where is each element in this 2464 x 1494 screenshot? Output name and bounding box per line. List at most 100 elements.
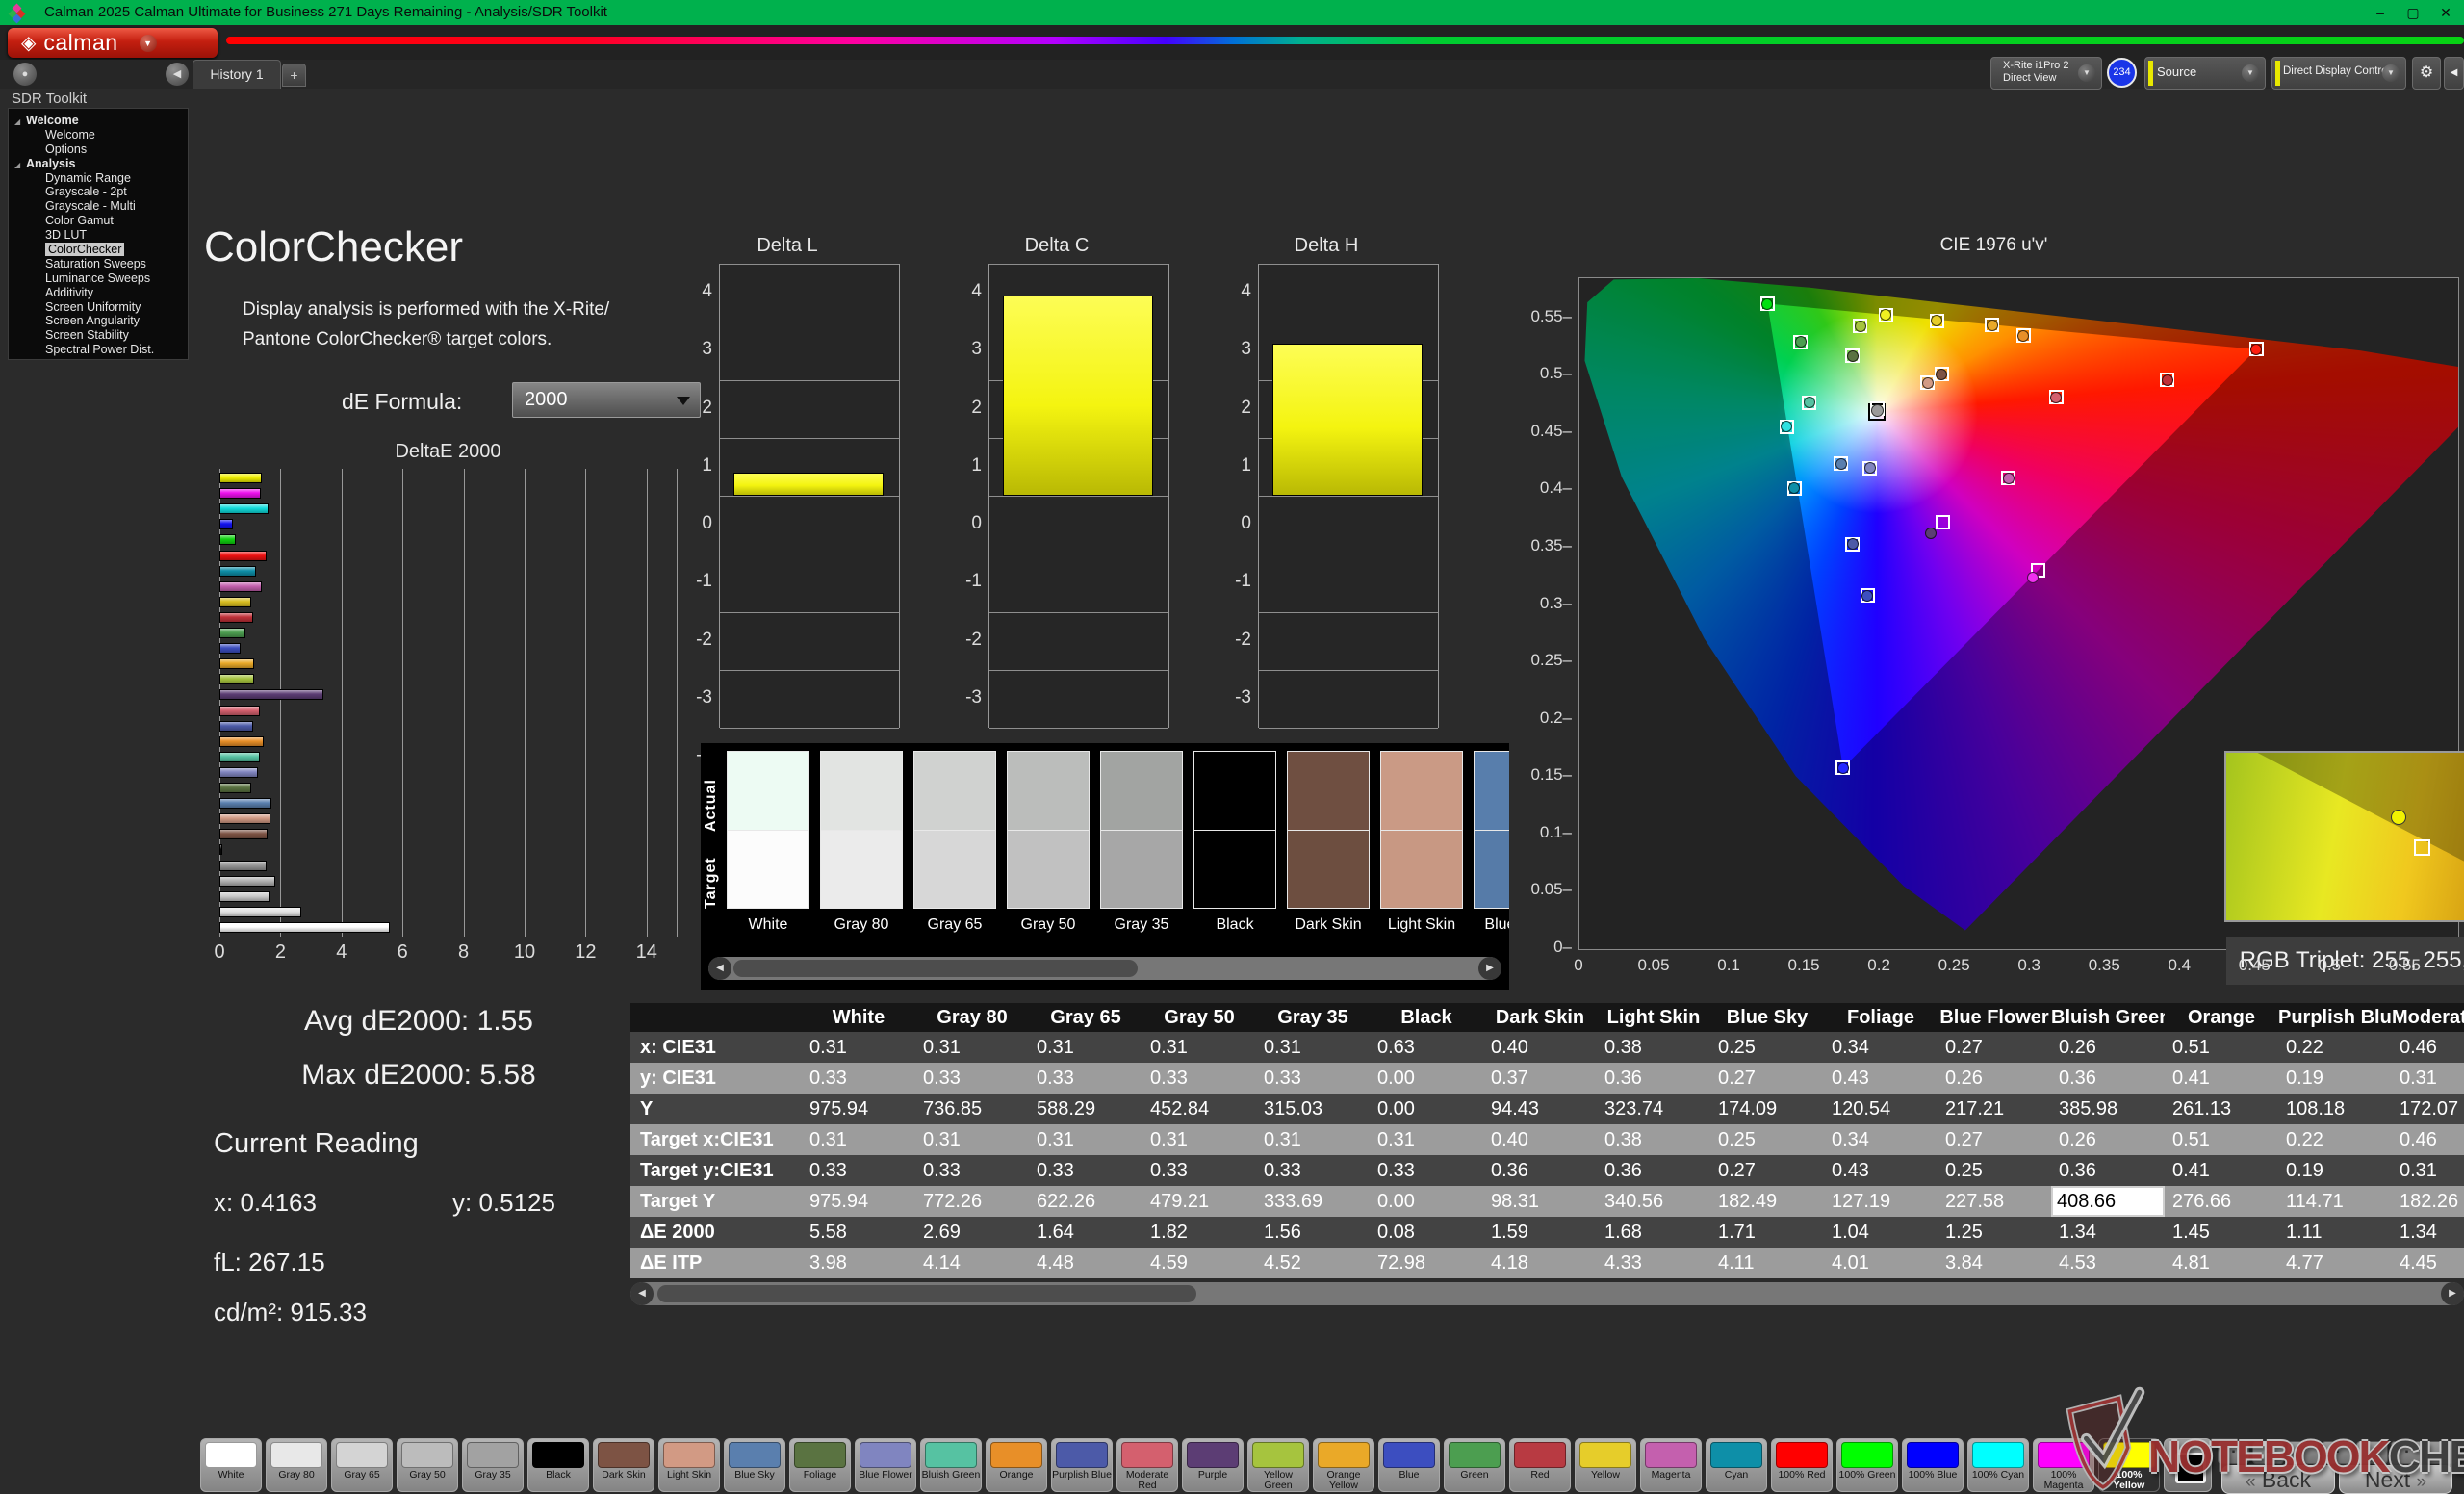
table-cell[interactable]: 0.31: [2392, 1063, 2464, 1094]
sidebar-item-spectral-power-dist-[interactable]: Spectral Power Dist.: [9, 343, 188, 357]
pattern-window-button[interactable]: [2164, 1438, 2212, 1492]
source-dropdown[interactable]: Source ▼: [2144, 57, 2266, 90]
table-cell[interactable]: 0.31: [1370, 1124, 1483, 1155]
scroll-left-icon[interactable]: ◀: [708, 957, 732, 980]
table-cell[interactable]: 0.19: [2278, 1155, 2392, 1186]
pattern-size-button[interactable]: ▪: [2322, 1441, 2353, 1464]
collapse-panel-icon[interactable]: ◀: [2444, 57, 2464, 90]
table-cell[interactable]: 772.26: [915, 1186, 1029, 1217]
table-cell[interactable]: 0.36: [1483, 1155, 1597, 1186]
table-cell[interactable]: 0.27: [1938, 1032, 2051, 1063]
table-cell[interactable]: 5.58: [802, 1217, 915, 1248]
patch-button-dark-skin[interactable]: Dark Skin: [593, 1438, 654, 1492]
table-cell[interactable]: 736.85: [915, 1094, 1029, 1124]
table-cell[interactable]: 0.26: [2051, 1032, 2165, 1063]
table-cell[interactable]: 0.46: [2392, 1032, 2464, 1063]
table-cell[interactable]: 0.31: [802, 1032, 915, 1063]
patch-button-gray-35[interactable]: Gray 35: [462, 1438, 524, 1492]
viewer-swatch-white[interactable]: White: [727, 751, 809, 934]
table-cell[interactable]: 0.26: [2051, 1124, 2165, 1155]
table-cell[interactable]: 0.31: [802, 1124, 915, 1155]
patch-button-100-magenta[interactable]: 100% Magenta: [2033, 1438, 2094, 1492]
table-cell[interactable]: 1.45: [2165, 1217, 2278, 1248]
patch-button-green[interactable]: Green: [1444, 1438, 1505, 1492]
table-cell[interactable]: 315.03: [1256, 1094, 1370, 1124]
table-cell[interactable]: 0.63: [1370, 1032, 1483, 1063]
maximize-icon[interactable]: ▢: [2397, 0, 2429, 25]
patch-button-light-skin[interactable]: Light Skin: [658, 1438, 720, 1492]
table-cell[interactable]: 622.26: [1029, 1186, 1142, 1217]
scroll-left-icon[interactable]: ◀: [630, 1282, 654, 1305]
pattern-size-button[interactable]: ▪: [2426, 1441, 2457, 1464]
chevron-down-icon[interactable]: ▼: [2242, 64, 2259, 82]
patch-button-moderate-red[interactable]: Moderate Red: [1116, 1438, 1178, 1492]
table-cell[interactable]: 0.27: [1710, 1155, 1824, 1186]
viewer-scrollbar[interactable]: ◀ ▶: [708, 957, 1502, 980]
table-cell[interactable]: 0.31: [2392, 1155, 2464, 1186]
table-cell[interactable]: 0.38: [1597, 1032, 1710, 1063]
viewer-swatch-blue-sky[interactable]: Blue Sky: [1474, 751, 1509, 934]
table-cell[interactable]: 1.64: [1029, 1217, 1142, 1248]
table-cell[interactable]: 0.00: [1370, 1063, 1483, 1094]
sidebar-item-options[interactable]: Options: [9, 142, 188, 157]
patch-button-100-yellow[interactable]: 100% Yellow: [2098, 1438, 2160, 1492]
scroll-right-icon[interactable]: ▶: [1478, 957, 1502, 980]
patch-button-yellow-green[interactable]: Yellow Green: [1247, 1438, 1309, 1492]
pattern-size-button[interactable]: ▪: [2391, 1441, 2423, 1464]
table-cell[interactable]: 120.54: [1824, 1094, 1938, 1124]
table-cell[interactable]: 0.31: [1142, 1032, 1256, 1063]
patch-button-gray-65[interactable]: Gray 65: [331, 1438, 393, 1492]
table-cell[interactable]: 323.74: [1597, 1094, 1710, 1124]
patch-button-cyan[interactable]: Cyan: [1706, 1438, 1767, 1492]
table-cell[interactable]: 94.43: [1483, 1094, 1597, 1124]
patch-button-purple[interactable]: Purple: [1182, 1438, 1244, 1492]
table-cell[interactable]: 0.26: [1938, 1063, 2051, 1094]
table-cell[interactable]: 0.31: [915, 1124, 1029, 1155]
table-cell[interactable]: 452.84: [1142, 1094, 1256, 1124]
tab-history-1[interactable]: History 1: [192, 60, 281, 89]
patch-button-blue-flower[interactable]: Blue Flower: [855, 1438, 916, 1492]
table-cell[interactable]: 333.69: [1256, 1186, 1370, 1217]
minimize-icon[interactable]: –: [2364, 0, 2397, 25]
sidebar-item-screen-uniformity[interactable]: Screen Uniformity: [9, 300, 188, 315]
table-cell[interactable]: 4.52: [1256, 1248, 1370, 1278]
table-cell[interactable]: 0.34: [1824, 1124, 1938, 1155]
add-tab-button[interactable]: +: [282, 64, 306, 87]
patch-button-100-blue[interactable]: 100% Blue: [1902, 1438, 1964, 1492]
table-cell[interactable]: 4.48: [1029, 1248, 1142, 1278]
viewer-swatch-dark-skin[interactable]: Dark Skin: [1287, 751, 1370, 934]
table-cell[interactable]: 4.01: [1824, 1248, 1938, 1278]
table-cell[interactable]: 1.68: [1597, 1217, 1710, 1248]
viewer-swatch-light-skin[interactable]: Light Skin: [1380, 751, 1463, 934]
chevron-down-icon[interactable]: ▼: [2382, 64, 2400, 82]
table-cell[interactable]: 0.40: [1483, 1032, 1597, 1063]
table-cell[interactable]: 0.25: [1710, 1032, 1824, 1063]
table-cell[interactable]: 127.19: [1824, 1186, 1938, 1217]
table-cell[interactable]: 0.33: [1256, 1155, 1370, 1186]
table-cell[interactable]: 0.33: [1029, 1155, 1142, 1186]
display-control-dropdown[interactable]: Direct Display Control ▼: [2272, 57, 2406, 90]
table-cell[interactable]: 174.09: [1710, 1094, 1824, 1124]
table-cell[interactable]: 0.27: [1938, 1124, 2051, 1155]
meter-dropdown[interactable]: X-Rite i1Pro 2 Direct View ▼: [1990, 57, 2102, 90]
patch-button-100-green[interactable]: 100% Green: [1836, 1438, 1898, 1492]
table-cell[interactable]: 1.71: [1710, 1217, 1824, 1248]
table-cell[interactable]: 0.41: [2165, 1155, 2278, 1186]
sidebar-item-welcome[interactable]: ◢Welcome: [9, 114, 188, 128]
table-cell[interactable]: 0.41: [2165, 1063, 2278, 1094]
table-cell[interactable]: 0.33: [1142, 1063, 1256, 1094]
table-cell[interactable]: 4.18: [1483, 1248, 1597, 1278]
table-cell[interactable]: 2.69: [915, 1217, 1029, 1248]
table-cell[interactable]: 0.36: [2051, 1063, 2165, 1094]
table-cell[interactable]: 975.94: [802, 1186, 915, 1217]
sidebar-item-grayscale-multi[interactable]: Grayscale - Multi: [9, 199, 188, 214]
patch-button-white[interactable]: White: [200, 1438, 262, 1492]
table-cell[interactable]: 1.82: [1142, 1217, 1256, 1248]
table-cell[interactable]: 0.33: [915, 1063, 1029, 1094]
table-cell[interactable]: 0.36: [1597, 1063, 1710, 1094]
patch-button-blue-sky[interactable]: Blue Sky: [724, 1438, 785, 1492]
table-cell[interactable]: 1.25: [1938, 1217, 2051, 1248]
sidebar-item-screen-angularity[interactable]: Screen Angularity: [9, 314, 188, 328]
table-cell[interactable]: 0.19: [2278, 1063, 2392, 1094]
meter-count-badge[interactable]: 234: [2107, 58, 2137, 88]
